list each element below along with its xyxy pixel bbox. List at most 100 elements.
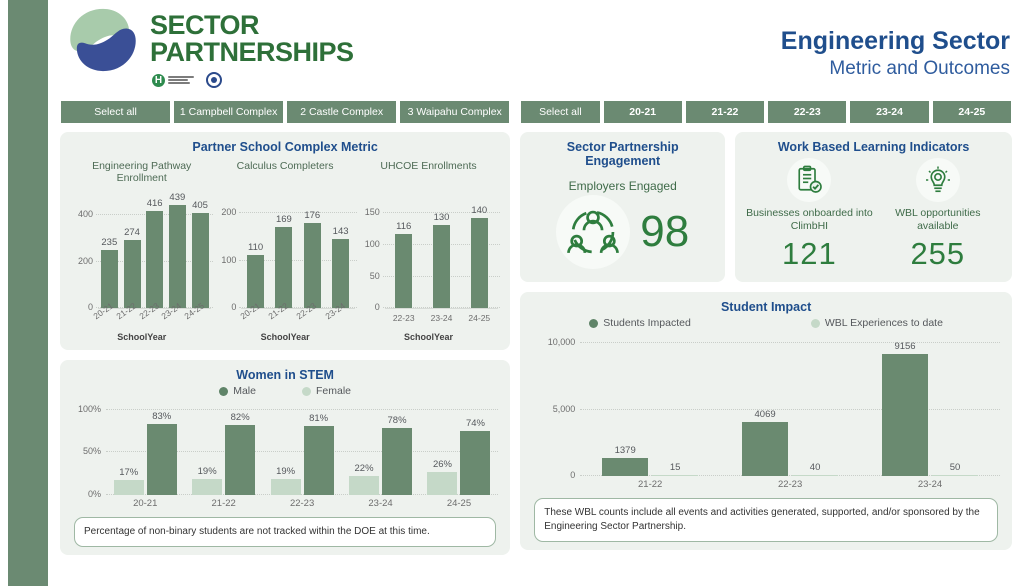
- legend-item-wbl-experiences[interactable]: WBL Experiences to date: [810, 317, 943, 329]
- bar-series: 110 169 176 143: [241, 188, 354, 308]
- bar-value-label: 50: [949, 462, 961, 473]
- bar-item[interactable]: 143: [332, 188, 350, 308]
- legend-item-students-impacted[interactable]: Students Impacted: [589, 317, 691, 329]
- bar-item[interactable]: 416: [146, 188, 164, 308]
- engagement-title: Sector Partnership Engagement: [566, 140, 679, 168]
- partner-school-complex-card: Partner School Complex Metric Engineerin…: [60, 132, 511, 350]
- x-axis: 21-22 22-23 23-24: [580, 476, 1000, 490]
- complex-slicer: Select all 1 Campbell Complex 2 Castle C…: [60, 100, 511, 124]
- plot-area: 400 200 0 235 274 416 439 405: [70, 188, 214, 312]
- x-axis: 20-21 21-22 22-23 23-24 24-25: [92, 301, 212, 334]
- bar-item[interactable]: 405: [191, 188, 209, 308]
- page-title: Engineering Sector Metric and Outcomes: [781, 26, 1010, 81]
- legend-item-male[interactable]: Male: [219, 385, 256, 397]
- x-axis: 20-21 21-22 22-23 23-24 24-25: [106, 495, 498, 509]
- bar-item-male[interactable]: 81%: [303, 403, 334, 495]
- slicer-complex-waipahu[interactable]: 3 Waipahu Complex: [399, 100, 511, 124]
- bar-value-label: 130: [433, 212, 450, 223]
- slicer-year-21-22[interactable]: 21-22: [684, 100, 766, 124]
- x-tick: 21-22: [638, 479, 663, 490]
- bar-item-students[interactable]: 4069: [742, 334, 789, 476]
- bar-value-label: 4069: [754, 409, 776, 420]
- legend-label: Male: [233, 385, 256, 397]
- x-tick: 23-24: [430, 313, 453, 323]
- bar-value-label: 1379: [614, 445, 636, 456]
- bar-value-label: 74%: [465, 418, 485, 429]
- bar-group: 26% 74%: [427, 403, 491, 495]
- brand-logo: SECTOR PARTNERSHIPS H: [62, 4, 354, 88]
- bar-item[interactable]: 140: [470, 188, 488, 308]
- bar-item-male[interactable]: 83%: [146, 403, 177, 495]
- wbl-item-value: 255: [910, 236, 966, 271]
- bar-item-female[interactable]: 17%: [113, 403, 144, 495]
- slicer-year-24-25[interactable]: 24-25: [931, 100, 1012, 124]
- bar-value-label: 405: [192, 200, 208, 211]
- bar-item[interactable]: 130: [433, 188, 450, 308]
- slicer-year-22-23[interactable]: 22-23: [767, 100, 848, 124]
- page-title-main: Engineering Sector: [780, 27, 1010, 55]
- y-tick: 50: [369, 271, 380, 281]
- x-tick: 21-22: [211, 498, 236, 509]
- bar-item-wbl[interactable]: 50: [932, 334, 979, 476]
- slicer-complex-castle[interactable]: 2 Castle Complex: [286, 100, 398, 124]
- clipboard-check-icon: [787, 158, 832, 202]
- bar-value-label: 9156: [894, 341, 916, 352]
- slicer-year-select-all[interactable]: Select all: [520, 100, 601, 124]
- dashboard-page: SECTOR PARTNERSHIPS H Engineering Sector…: [48, 0, 1024, 586]
- bar-value-label: 169: [275, 214, 292, 225]
- legend-item-female[interactable]: Female: [301, 385, 351, 397]
- y-axis: 400 200 0: [70, 188, 96, 312]
- logo-line-2: PARTNERSHIPS: [150, 37, 354, 67]
- y-tick: 0: [374, 302, 380, 312]
- bar-value-label: 40: [809, 462, 821, 473]
- bar-value-label: 78%: [387, 415, 407, 426]
- x-axis-label: SchoolYear: [260, 332, 310, 342]
- bar-item-students[interactable]: 1379: [602, 334, 649, 476]
- bar-item-male[interactable]: 74%: [460, 403, 491, 495]
- bar-item[interactable]: 176: [303, 188, 321, 308]
- bar-series: 1379 15 4069 40 9156 50: [580, 334, 1000, 476]
- bar-item-students[interactable]: 9156: [882, 334, 929, 476]
- slicer-complex-campbell[interactable]: 1 Campbell Complex: [173, 100, 285, 124]
- women-in-stem-title: Women in STEM: [236, 368, 334, 382]
- bar-item[interactable]: 274: [123, 188, 141, 308]
- bar-item-female[interactable]: 22%: [349, 403, 380, 495]
- bar-item[interactable]: 116: [395, 188, 413, 308]
- bar-group: 22% 78%: [349, 403, 413, 495]
- bar-item[interactable]: 110: [247, 188, 265, 308]
- engagement-body: 98: [530, 195, 715, 269]
- bar-item[interactable]: 169: [275, 188, 293, 308]
- slicer-year-20-21[interactable]: 20-21: [602, 100, 683, 124]
- brand-text: SECTOR PARTNERSHIPS H: [150, 4, 354, 88]
- logo-line-1: SECTOR: [150, 10, 260, 40]
- x-tick: 24-25: [446, 498, 472, 509]
- bar-item-male[interactable]: 82%: [225, 403, 256, 495]
- y-tick: 0: [87, 302, 93, 312]
- bar-item-wbl[interactable]: 15: [652, 334, 699, 476]
- bar-series: 17% 83% 19% 82% 19% 81% 22% 78% 26% 74%: [106, 403, 498, 495]
- x-axis: 22-23 23-24 24-25: [384, 308, 499, 334]
- y-tick: 50%: [82, 446, 101, 456]
- bar-series: 116 130 140: [385, 188, 498, 308]
- slicer-year-23-24[interactable]: 23-24: [849, 100, 930, 124]
- slicer-bar: Select all 1 Campbell Complex 2 Castle C…: [48, 100, 1024, 124]
- sector-partnerships-swoosh-logo: [70, 8, 136, 72]
- slicer-complex-select-all[interactable]: Select all: [60, 100, 172, 124]
- bar-item-female[interactable]: 19%: [192, 403, 223, 495]
- bar-item-wbl[interactable]: 40: [792, 334, 839, 476]
- student-impact-card: Student Impact Students Impacted WBL Exp…: [520, 292, 1012, 550]
- bar-item[interactable]: 439: [168, 188, 186, 308]
- kpi-row: Sector Partnership Engagement Employers …: [520, 132, 1012, 282]
- bar-item-male[interactable]: 78%: [382, 403, 413, 495]
- bar-item-female[interactable]: 26%: [427, 403, 458, 495]
- bar-value-label: 176: [304, 210, 321, 221]
- y-tick: 0: [231, 302, 237, 312]
- legend-swatch-icon: [301, 386, 311, 396]
- bar-value-label: 19%: [276, 466, 296, 477]
- bar-value-label: 15: [669, 462, 681, 473]
- bar-item[interactable]: 235: [100, 188, 118, 308]
- bar-item-female[interactable]: 19%: [270, 403, 301, 495]
- wbl-item-label: WBL opportunities available: [895, 207, 981, 232]
- chart-uhcoe-enrollments: UHCOE Enrollments 150 100 50 0 116 130 1…: [357, 160, 501, 342]
- student-impact-title: Student Impact: [720, 300, 812, 314]
